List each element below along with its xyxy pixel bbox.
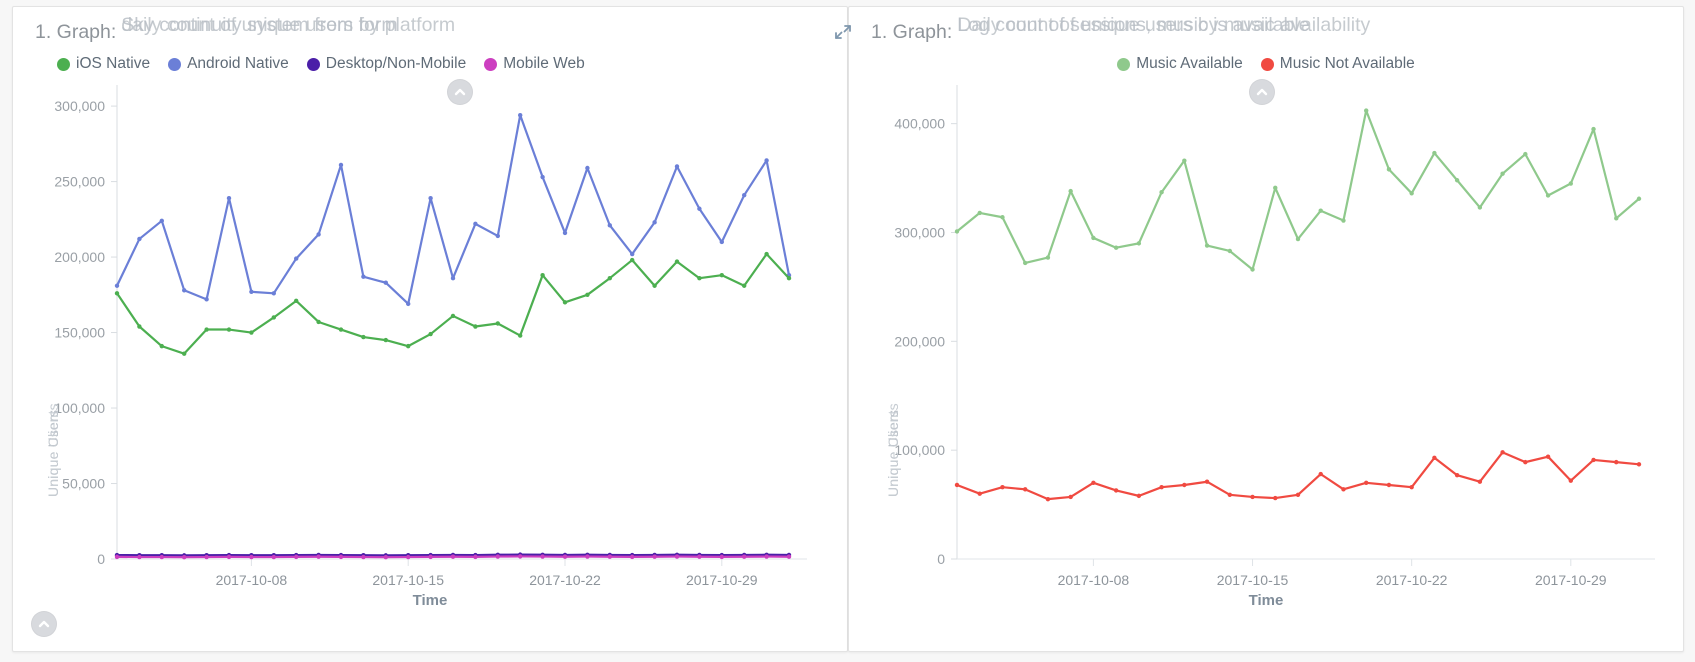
- legend-label: Desktop/Non-Mobile: [325, 55, 467, 72]
- legend-item-mobile-web[interactable]: Mobile Web: [484, 55, 585, 73]
- panel-title-prefix-left: 1. Graph:: [35, 21, 117, 43]
- graph-panel-right: 1. Graph: Daily count of unique users by…: [835, 6, 1684, 652]
- legend-color-swatch-icon: [57, 57, 70, 71]
- legend-item-ios-native[interactable]: iOS Native: [57, 55, 150, 73]
- svg-text:400,000: 400,000: [894, 116, 945, 132]
- svg-text:100,000: 100,000: [894, 442, 945, 458]
- chart-canvas-left[interactable]: Unique Users Unique Clients 0 50,000 100,0…: [13, 77, 847, 617]
- y-axis-label-left: Unique Users Unique Clients: [31, 357, 61, 497]
- legend-label: iOS Native: [76, 55, 151, 72]
- panel-title-overlay-left: daily count of unique users by platform …: [121, 14, 455, 38]
- legend-item-music-available[interactable]: Music Available: [1117, 55, 1243, 73]
- panel-header-right: 1. Graph: Daily count of unique users by…: [835, 7, 1683, 51]
- svg-text:0: 0: [937, 551, 945, 567]
- svg-text:2017-10-15: 2017-10-15: [1217, 572, 1289, 588]
- svg-text:200,000: 200,000: [54, 249, 105, 265]
- y-axis-label-text-b: Unique Clients: [885, 403, 901, 497]
- line-chart-svg-right: 0 100,000 200,000 300,000 400,000 2017-10-08 2…: [894, 85, 1655, 588]
- panel-title-overlay-right: Daily count of unique users by music ava…: [957, 14, 1370, 38]
- legend-color-swatch-icon: [1260, 57, 1274, 71]
- svg-text:2017-10-29: 2017-10-29: [686, 572, 758, 588]
- x-axis-label-right: Time: [1248, 592, 1284, 609]
- legend-color-swatch-icon: [484, 57, 498, 71]
- panel-title-right: 1. Graph: Daily count of unique users by…: [871, 14, 1370, 44]
- panel-header-left: 1. Graph: daily count of unique users by…: [13, 7, 847, 51]
- legend-item-android-native[interactable]: Android Native: [168, 55, 289, 73]
- legend-color-swatch-icon: [168, 57, 182, 71]
- svg-text:150,000: 150,000: [54, 325, 105, 341]
- svg-text:2017-10-22: 2017-10-22: [1376, 572, 1448, 588]
- legend-label: Android Native: [187, 55, 289, 72]
- legend-color-swatch-icon: [1117, 57, 1131, 71]
- legend-left: iOS Native Android Native Desktop/Non-Mo…: [13, 51, 847, 77]
- legend-item-music-not-available[interactable]: Music Not Available: [1260, 55, 1415, 73]
- svg-text:50,000: 50,000: [62, 476, 105, 492]
- svg-text:250,000: 250,000: [54, 174, 105, 190]
- line-chart-svg-left: 0 50,000 100,000 150,000 200,000 250,000 300,0…: [54, 85, 807, 588]
- legend-color-swatch-icon: [306, 57, 320, 71]
- legend-right: Music Available Music Not Available: [849, 51, 1683, 77]
- panel-title-prefix-right: 1. Graph:: [871, 21, 953, 43]
- svg-text:2017-10-22: 2017-10-22: [529, 572, 601, 588]
- expand-panel-button-right[interactable]: [832, 21, 854, 43]
- svg-text:0: 0: [97, 551, 105, 567]
- y-axis-label-text-b: Unique Clients: [45, 403, 61, 497]
- svg-text:300,000: 300,000: [894, 224, 945, 240]
- svg-text:100,000: 100,000: [54, 400, 105, 416]
- panel-title-text-b-right: Log count of sessions, music is availabl…: [957, 14, 1310, 36]
- panel-container: 1. Graph: daily count of unique users by…: [12, 6, 1684, 652]
- svg-text:300,000: 300,000: [54, 98, 105, 114]
- svg-text:2017-10-15: 2017-10-15: [372, 572, 444, 588]
- legend-label: Music Not Available: [1279, 55, 1415, 72]
- panel-title-left: 1. Graph: daily count of unique users by…: [35, 14, 455, 44]
- legend-item-desktop-non-mobile[interactable]: Desktop/Non-Mobile: [306, 55, 467, 73]
- x-axis-label-left: Time: [412, 592, 448, 609]
- legend-label: Music Available: [1136, 55, 1243, 72]
- y-axis-label-right: Unique Users Unique Clients: [871, 357, 901, 497]
- chevron-up-icon: [38, 620, 50, 628]
- graph-panel-left: 1. Graph: daily count of unique users by…: [12, 6, 848, 652]
- svg-text:2017-10-29: 2017-10-29: [1535, 572, 1607, 588]
- scroll-up-button-left[interactable]: [31, 611, 57, 637]
- expand-arrows-icon: [835, 25, 851, 39]
- legend-label: Mobile Web: [503, 55, 585, 72]
- svg-text:200,000: 200,000: [894, 333, 945, 349]
- dashboard-page: 1. Graph: daily count of unique users by…: [0, 0, 1695, 662]
- panel-title-text-b-left: Sky continuity system from form: [121, 14, 398, 36]
- svg-text:2017-10-08: 2017-10-08: [216, 572, 288, 588]
- chart-canvas-right[interactable]: Unique Users Unique Clients 0 100,000 200,…: [849, 77, 1683, 617]
- svg-text:2017-10-08: 2017-10-08: [1058, 572, 1130, 588]
